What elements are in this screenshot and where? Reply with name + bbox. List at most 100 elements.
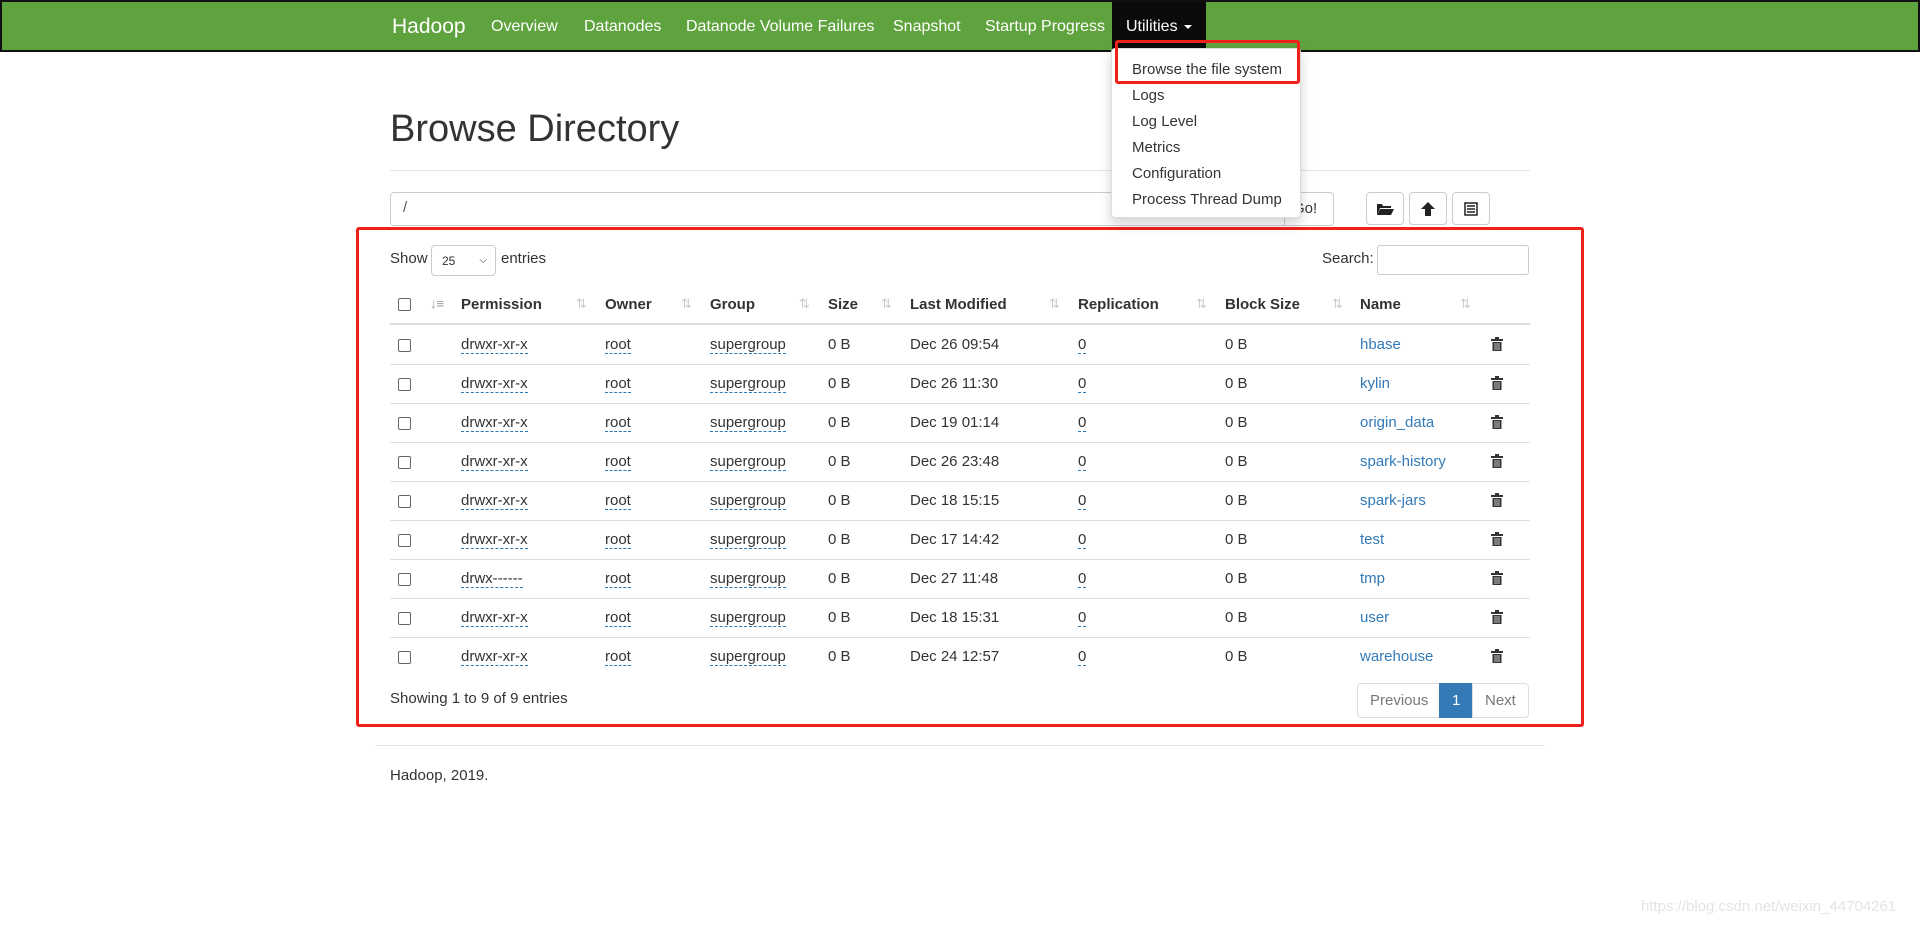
- group-cell[interactable]: supergroup: [710, 648, 786, 666]
- name-link[interactable]: tmp: [1360, 570, 1385, 587]
- next-button[interactable]: Next: [1472, 683, 1529, 718]
- col-replication[interactable]: Replication: [1078, 296, 1159, 313]
- owner-cell[interactable]: root: [605, 492, 631, 510]
- name-link[interactable]: warehouse: [1360, 648, 1433, 665]
- permission-cell[interactable]: drwxr-xr-x: [461, 414, 528, 432]
- create-directory-button[interactable]: [1366, 192, 1404, 225]
- sort-icon[interactable]: ⇅: [576, 296, 587, 312]
- col-block-size[interactable]: Block Size: [1225, 296, 1300, 313]
- sort-icon[interactable]: ⇅: [1332, 296, 1343, 312]
- trash-icon[interactable]: [1491, 649, 1503, 663]
- trash-icon[interactable]: [1491, 376, 1503, 390]
- col-group[interactable]: Group: [710, 296, 755, 313]
- nav-overview[interactable]: Overview: [491, 18, 558, 36]
- search-input[interactable]: [1377, 245, 1529, 275]
- brand-link[interactable]: Hadoop: [392, 15, 466, 39]
- row-checkbox[interactable]: [398, 339, 411, 352]
- owner-cell[interactable]: root: [605, 531, 631, 549]
- row-checkbox[interactable]: [398, 378, 411, 391]
- name-link[interactable]: kylin: [1360, 375, 1390, 392]
- name-link[interactable]: spark-jars: [1360, 492, 1426, 509]
- trash-icon[interactable]: [1491, 571, 1503, 585]
- group-cell[interactable]: supergroup: [710, 375, 786, 393]
- page-1-button[interactable]: 1: [1439, 683, 1474, 718]
- name-link[interactable]: spark-history: [1360, 453, 1446, 470]
- row-checkbox[interactable]: [398, 456, 411, 469]
- nav-startup-progress[interactable]: Startup Progress: [985, 18, 1105, 36]
- sort-icon[interactable]: ↓≡: [430, 296, 444, 311]
- group-cell[interactable]: supergroup: [710, 531, 786, 549]
- trash-icon[interactable]: [1491, 610, 1503, 624]
- permission-cell[interactable]: drwxr-xr-x: [461, 648, 528, 666]
- permission-cell[interactable]: drwxr-xr-x: [461, 453, 528, 471]
- trash-icon[interactable]: [1491, 493, 1503, 507]
- col-owner[interactable]: Owner: [605, 296, 652, 313]
- replication-cell[interactable]: 0: [1078, 492, 1087, 510]
- row-checkbox[interactable]: [398, 651, 411, 664]
- permission-cell[interactable]: drwx------: [461, 570, 523, 588]
- sort-icon[interactable]: ⇅: [799, 296, 810, 312]
- owner-cell[interactable]: root: [605, 609, 631, 627]
- menu-configuration[interactable]: Configuration: [1132, 165, 1221, 182]
- group-cell[interactable]: supergroup: [710, 492, 786, 510]
- nav-datanode-volume-failures[interactable]: Datanode Volume Failures: [686, 18, 875, 36]
- permission-cell[interactable]: drwxr-xr-x: [461, 492, 528, 510]
- upload-button[interactable]: [1409, 192, 1447, 225]
- menu-metrics[interactable]: Metrics: [1132, 139, 1180, 156]
- group-cell[interactable]: supergroup: [710, 570, 786, 588]
- replication-cell[interactable]: 0: [1078, 531, 1087, 549]
- menu-logs[interactable]: Logs: [1132, 87, 1165, 104]
- sort-icon[interactable]: ⇅: [681, 296, 692, 312]
- row-checkbox[interactable]: [398, 612, 411, 625]
- replication-cell[interactable]: 0: [1078, 648, 1087, 666]
- sort-icon[interactable]: ⇅: [1460, 296, 1471, 312]
- replication-cell[interactable]: 0: [1078, 375, 1087, 393]
- sort-icon[interactable]: ⇅: [1049, 296, 1060, 312]
- permission-cell[interactable]: drwxr-xr-x: [461, 336, 528, 354]
- row-checkbox[interactable]: [398, 573, 411, 586]
- nav-snapshot[interactable]: Snapshot: [893, 18, 961, 36]
- replication-cell[interactable]: 0: [1078, 453, 1087, 471]
- group-cell[interactable]: supergroup: [710, 336, 786, 354]
- trash-icon[interactable]: [1491, 532, 1503, 546]
- page-length-select[interactable]: 25 ⌵: [431, 245, 496, 276]
- name-link[interactable]: hbase: [1360, 336, 1401, 353]
- replication-cell[interactable]: 0: [1078, 609, 1087, 627]
- trash-icon[interactable]: [1491, 415, 1503, 429]
- owner-cell[interactable]: root: [605, 336, 631, 354]
- owner-cell[interactable]: root: [605, 570, 631, 588]
- col-last-modified[interactable]: Last Modified: [910, 296, 1007, 313]
- owner-cell[interactable]: root: [605, 375, 631, 393]
- nav-datanodes[interactable]: Datanodes: [584, 18, 661, 36]
- row-checkbox[interactable]: [398, 495, 411, 508]
- menu-process-thread-dump[interactable]: Process Thread Dump: [1132, 191, 1282, 208]
- sort-icon[interactable]: ⇅: [1196, 296, 1207, 312]
- owner-cell[interactable]: root: [605, 414, 631, 432]
- col-size[interactable]: Size: [828, 296, 858, 313]
- menu-log-level[interactable]: Log Level: [1132, 113, 1197, 130]
- sort-icon[interactable]: ⇅: [881, 296, 892, 312]
- col-name[interactable]: Name: [1360, 296, 1401, 313]
- permission-cell[interactable]: drwxr-xr-x: [461, 531, 528, 549]
- replication-cell[interactable]: 0: [1078, 570, 1087, 588]
- trash-icon[interactable]: [1491, 454, 1503, 468]
- cut-paste-button[interactable]: [1452, 192, 1490, 225]
- group-cell[interactable]: supergroup: [710, 453, 786, 471]
- owner-cell[interactable]: root: [605, 453, 631, 471]
- replication-cell[interactable]: 0: [1078, 414, 1087, 432]
- group-cell[interactable]: supergroup: [710, 609, 786, 627]
- name-link[interactable]: user: [1360, 609, 1389, 626]
- group-cell[interactable]: supergroup: [710, 414, 786, 432]
- col-permission[interactable]: Permission: [461, 296, 542, 313]
- name-link[interactable]: origin_data: [1360, 414, 1434, 431]
- permission-cell[interactable]: drwxr-xr-x: [461, 375, 528, 393]
- select-all-checkbox[interactable]: [398, 298, 411, 311]
- row-checkbox[interactable]: [398, 534, 411, 547]
- previous-button[interactable]: Previous: [1357, 683, 1442, 718]
- row-checkbox[interactable]: [398, 417, 411, 430]
- permission-cell[interactable]: drwxr-xr-x: [461, 609, 528, 627]
- trash-icon[interactable]: [1491, 337, 1503, 351]
- replication-cell[interactable]: 0: [1078, 336, 1087, 354]
- name-link[interactable]: test: [1360, 531, 1384, 548]
- owner-cell[interactable]: root: [605, 648, 631, 666]
